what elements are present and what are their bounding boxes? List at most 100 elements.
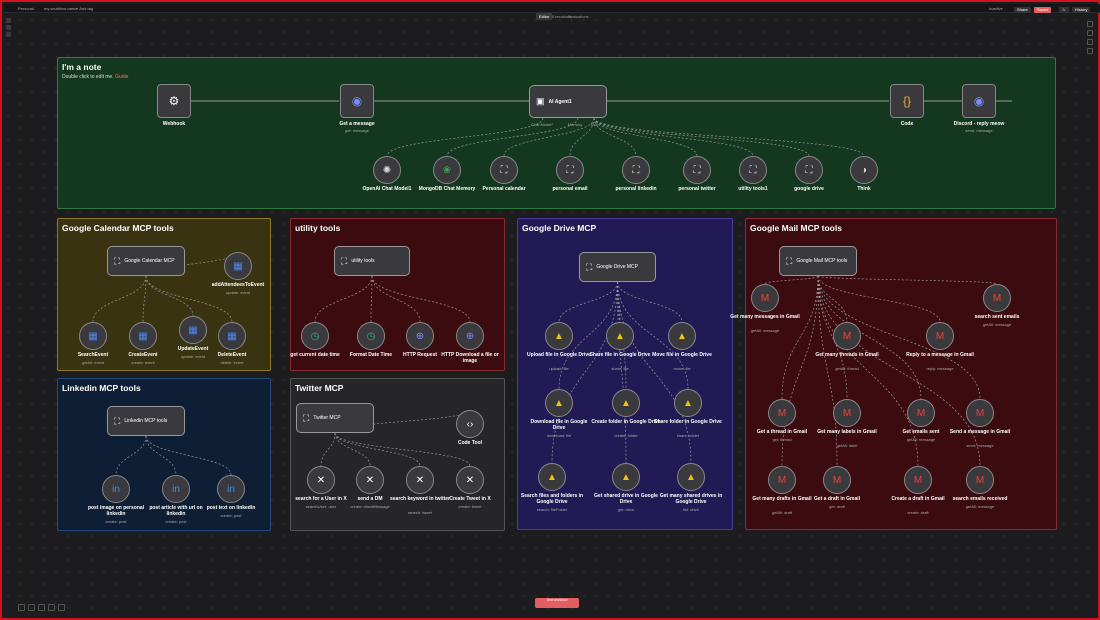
port-chat-model: Chat Model* <box>530 122 553 127</box>
gdrive-tool-0-node[interactable]: ▲ <box>545 322 573 350</box>
gdrive-tool-8-icon: ▲ <box>686 471 696 483</box>
sticky-title: I'm a note <box>62 62 102 72</box>
workflow-name[interactable]: my-workflow-name <box>44 6 78 11</box>
plus-icon[interactable] <box>1087 21 1093 27</box>
gdrive-tool-4-icon: ▲ <box>621 397 631 409</box>
discord-reply-node[interactable]: ◉ <box>962 84 996 118</box>
gmail-tool-4-icon: M <box>777 407 787 419</box>
node-sublabel: reply: message <box>926 366 954 371</box>
gdrive-tool-7-node[interactable]: ▲ <box>612 463 640 491</box>
gmail-tool-1-node[interactable]: M <box>983 284 1011 312</box>
gmail-tool-9-node[interactable]: M <box>823 466 851 494</box>
gdrive-tool-6-node[interactable]: ▲ <box>538 463 566 491</box>
linkedin-tool-2-node[interactable]: in <box>217 475 245 503</box>
zoom-in-icon[interactable] <box>28 604 35 611</box>
gmail-tool-10-node[interactable]: M <box>904 466 932 494</box>
util-tool-1-node[interactable]: ◷ <box>357 322 385 350</box>
linkedin-tool-0-icon: in <box>112 483 120 495</box>
gdrive-tool-3-node[interactable]: ▲ <box>545 389 573 417</box>
reset-icon[interactable] <box>48 604 55 611</box>
logo-icon[interactable] <box>6 18 11 23</box>
sticky-title: Linkedin MCP tools <box>62 383 141 393</box>
twitter-tool-2-icon: ✕ <box>415 474 425 486</box>
mcp-icon: ⛶ <box>114 255 121 266</box>
mcp-icon: ⛶ <box>341 255 348 266</box>
zoom-out-icon[interactable] <box>38 604 45 611</box>
gdrive-tool-8-node[interactable]: ▲ <box>677 463 705 491</box>
webhook-node[interactable]: ⚙ <box>157 84 191 118</box>
tab-evaluations[interactable]: Evaluations <box>565 13 592 20</box>
twitter-trigger-node[interactable]: ⛶ Twitter MCP <box>296 403 374 433</box>
gdrive-tool-2-node[interactable]: ▲ <box>668 322 696 350</box>
tool-3-node[interactable]: ⛶ <box>556 156 584 184</box>
test-workflow-button[interactable]: Test workflow <box>535 598 579 608</box>
gmail-tool-2-node[interactable]: M <box>833 322 861 350</box>
tool-4-node[interactable]: ⛶ <box>622 156 650 184</box>
gmail-tool-3-node[interactable]: M <box>926 322 954 350</box>
tool-8-node[interactable]: ◑ <box>850 156 878 184</box>
gcal-tool-1-node[interactable]: ▦ <box>129 322 157 350</box>
get-message-node[interactable]: ◉ <box>340 84 374 118</box>
util-tool-0-node[interactable]: ◷ <box>301 322 329 350</box>
gmail-tool-5-node[interactable]: M <box>833 399 861 427</box>
gcal-tool-2-node[interactable]: ▦ <box>179 316 207 344</box>
history-button[interactable]: History <box>1072 7 1091 13</box>
gmail-tool-8-node[interactable]: M <box>768 466 796 494</box>
search-icon[interactable] <box>1087 30 1093 36</box>
gmail-tool-7-node[interactable]: M <box>966 399 994 427</box>
node-label: Linkedin MCP tools <box>124 418 168 424</box>
linkedin-tool-0-node[interactable]: in <box>102 475 130 503</box>
twitter-tool-2-node[interactable]: ✕ <box>406 466 434 494</box>
sticky-icon[interactable] <box>1087 39 1093 45</box>
tool-1-icon: ❀ <box>442 164 452 176</box>
gmail-trigger-node[interactable]: ⛶ Google Mail MCP tools <box>779 246 857 276</box>
guide-link[interactable]: Guide <box>115 74 128 80</box>
fit-icon[interactable] <box>18 604 25 611</box>
gdrive-tool-1-node[interactable]: ▲ <box>606 322 634 350</box>
undo-icon[interactable] <box>58 604 65 611</box>
gcal-tool-0-node[interactable]: ▦ <box>79 322 107 350</box>
save-button[interactable]: Saved <box>1034 7 1052 13</box>
active-toggle-label[interactable]: Inactive <box>989 6 1003 11</box>
util-tool-2-node[interactable]: ⊕ <box>406 322 434 350</box>
twitter-tool-1-node[interactable]: ✕ <box>356 466 384 494</box>
add-icon[interactable] <box>6 25 11 30</box>
gmail-tool-4-node[interactable]: M <box>768 399 796 427</box>
gdrive-tool-4-node[interactable]: ▲ <box>612 389 640 417</box>
gmail-tool-3-icon: M <box>935 330 945 342</box>
share-button[interactable]: Share <box>1014 7 1031 13</box>
code-braces-icon: {} <box>902 94 911 108</box>
add-tag[interactable]: + Add tag <box>76 6 93 11</box>
gcal-tool-4-node[interactable]: ▦ <box>224 252 252 280</box>
node-label: Get many messages in Gmail <box>730 314 800 320</box>
gcal-trigger-node[interactable]: ⛶ Google Calendar MCP <box>107 246 185 276</box>
gmail-tool-6-node[interactable]: M <box>907 399 935 427</box>
tool-2-node[interactable]: ⛶ <box>490 156 518 184</box>
tool-5-node[interactable]: ⛶ <box>683 156 711 184</box>
util-tool-3-node[interactable]: ⊕ <box>456 322 484 350</box>
gdrive-tool-5-node[interactable]: ▲ <box>674 389 702 417</box>
gcal-tool-3-node[interactable]: ▦ <box>218 322 246 350</box>
tool-1-node[interactable]: ❀ <box>433 156 461 184</box>
linkedin-tool-1-node[interactable]: in <box>162 475 190 503</box>
node-label: Search files and folders in Google Drive <box>520 493 584 505</box>
ai-icon[interactable] <box>1087 48 1093 54</box>
tool-0-node[interactable]: ✺ <box>373 156 401 184</box>
ai-agent-node[interactable]: ▣ AI Agent1 <box>529 85 607 118</box>
star-button[interactable]: ☆ <box>1059 7 1069 13</box>
gdrive-trigger-node[interactable]: ⛶ Google Drive MCP <box>579 252 656 282</box>
tool-6-node[interactable]: ⛶ <box>739 156 767 184</box>
gmail-tool-11-node[interactable]: M <box>966 466 994 494</box>
tool-0-icon: ✺ <box>382 164 392 176</box>
project-label[interactable]: Personal <box>18 6 34 11</box>
code-node[interactable]: {} <box>890 84 924 118</box>
gdrive-tool-2-icon: ▲ <box>677 330 687 342</box>
twitter-tool-0-node[interactable]: ✕ <box>307 466 335 494</box>
util-trigger-node[interactable]: ⛶ utility tools <box>334 246 410 276</box>
search-icon[interactable] <box>6 32 11 37</box>
tool-7-node[interactable]: ⛶ <box>795 156 823 184</box>
gmail-tool-0-node[interactable]: M <box>751 284 779 312</box>
twitter-tool-4-node[interactable]: ‹› <box>456 410 484 438</box>
linkedin-trigger-node[interactable]: ⛶ Linkedin MCP tools <box>107 406 185 436</box>
twitter-tool-3-node[interactable]: ✕ <box>456 466 484 494</box>
